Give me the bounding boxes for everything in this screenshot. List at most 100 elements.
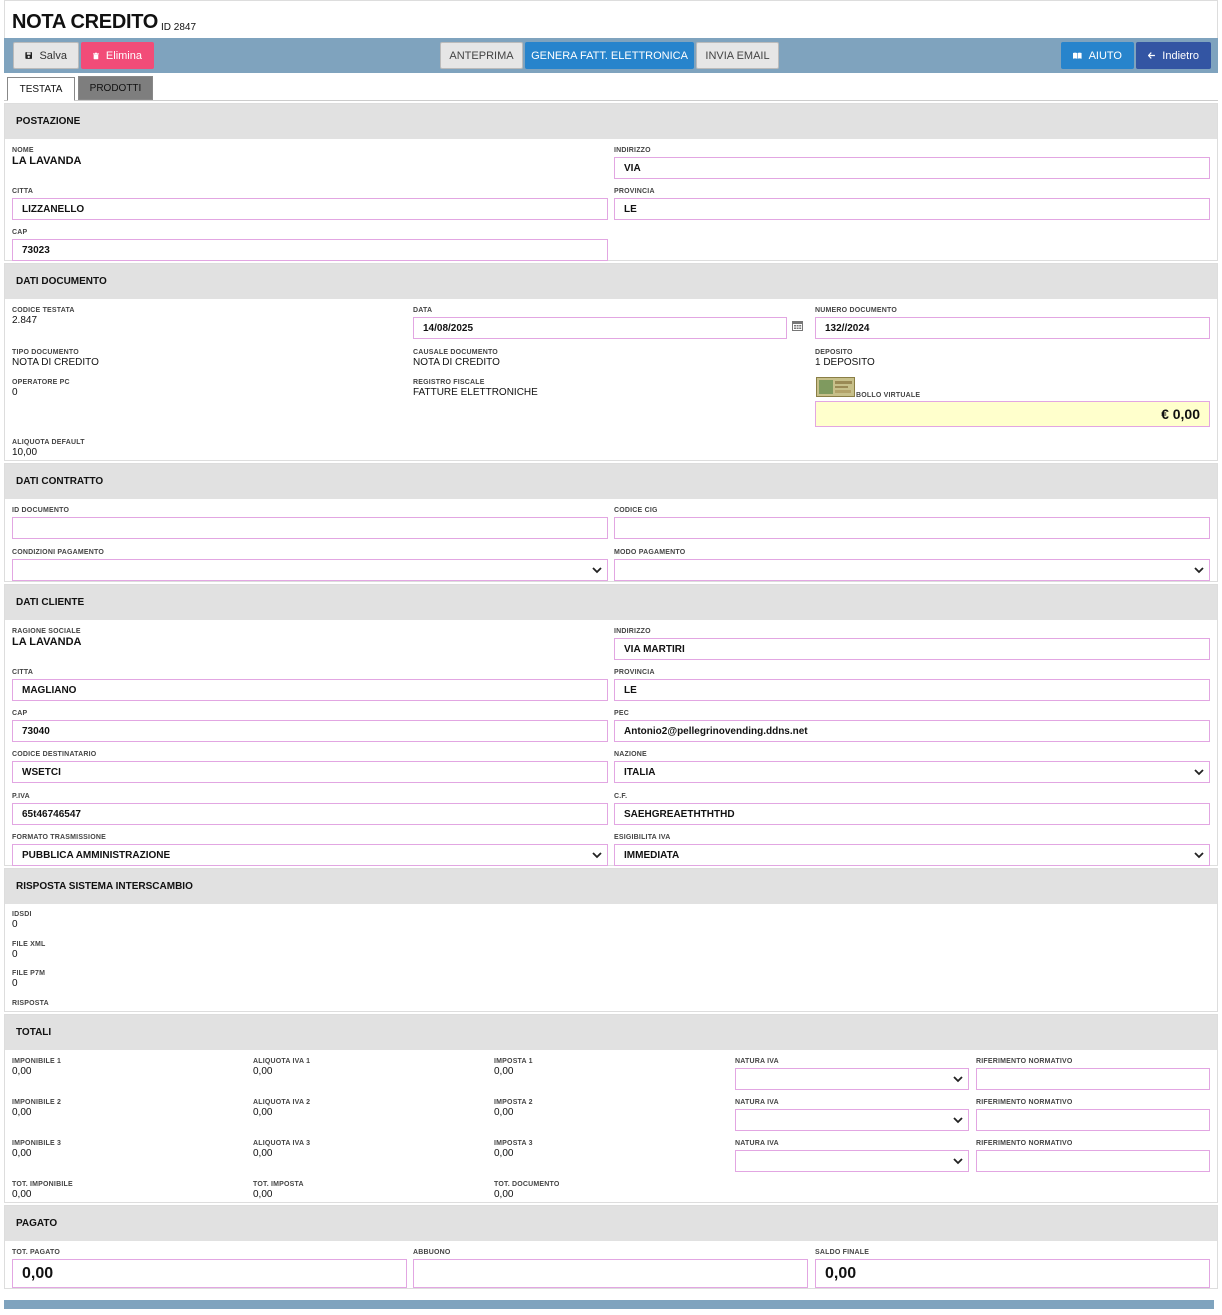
tot-pagato-input[interactable]: 0,00 <box>12 1259 407 1288</box>
field-label: PROVINCIA <box>614 669 655 676</box>
field-label: ABBUONO <box>413 1249 451 1256</box>
cliente-citta-input[interactable]: MAGLIANO <box>12 679 608 701</box>
section-title: DATI DOCUMENTO <box>5 264 1217 299</box>
page-title-bar: NOTA CREDITO ID 2847 <box>4 0 1218 38</box>
generate-einvoice-button[interactable]: GENERA FATT. ELETTRONICA <box>525 42 694 69</box>
file-p7m-value: 0 <box>12 978 18 989</box>
field-label: MODO PAGAMENTO <box>614 549 686 556</box>
imponibile-2-value: 0,00 <box>12 1107 32 1118</box>
section-title: RISPOSTA SISTEMA INTERSCAMBIO <box>5 869 1217 904</box>
field-label: P.IVA <box>12 793 30 800</box>
send-email-button[interactable]: INVIA EMAIL <box>696 42 779 69</box>
save-button[interactable]: Salva <box>13 42 79 69</box>
natura-iva-3-select[interactable] <box>735 1150 969 1172</box>
chevron-down-icon <box>953 1117 963 1124</box>
field-label: CODICE DESTINATARIO <box>12 751 97 758</box>
codice-cig-input[interactable] <box>614 517 1210 539</box>
cap-input[interactable]: 73023 <box>12 239 608 261</box>
nazione-select[interactable]: ITALIA <box>614 761 1210 783</box>
imponibile-1-value: 0,00 <box>12 1066 32 1077</box>
field-label: TOT. IMPOSTA <box>253 1181 304 1188</box>
field-label: RIFERIMENTO NORMATIVO <box>976 1099 1073 1106</box>
field-label: NOME <box>12 147 34 154</box>
field-label: ALIQUOTA IVA 1 <box>253 1058 311 1065</box>
cliente-indirizzo-input[interactable]: VIA MARTIRI <box>614 638 1210 660</box>
field-label: TOT. DOCUMENTO <box>494 1181 560 1188</box>
riferimento-normativo-1-input[interactable] <box>976 1068 1210 1090</box>
imposta-2-value: 0,00 <box>494 1107 514 1118</box>
help-button[interactable]: AIUTO <box>1061 42 1134 69</box>
aliquota-default-value: 10,00 <box>12 447 38 458</box>
field-label: RAGIONE SOCIALE <box>12 628 81 635</box>
field-label: INDIRIZZO <box>614 628 651 635</box>
field-label: IMPOSTA 1 <box>494 1058 533 1065</box>
delete-button[interactable]: Elimina <box>81 42 154 69</box>
saldo-finale-input[interactable]: 0,00 <box>815 1259 1210 1288</box>
field-label: FORMATO TRASMISSIONE <box>12 834 106 841</box>
cliente-cap-input[interactable]: 73040 <box>12 720 608 742</box>
abbuono-input[interactable] <box>413 1259 808 1288</box>
field-label: CODICE TESTATA <box>12 307 75 314</box>
provincia-input[interactable]: LE <box>614 198 1210 220</box>
date-input[interactable]: 14/08/2025 <box>413 317 787 339</box>
piva-input[interactable]: 65t46746547 <box>12 803 608 825</box>
help-label: AIUTO <box>1088 49 1122 62</box>
file-xml-value: 0 <box>12 949 18 960</box>
codice-testata-value: 2.847 <box>12 315 38 326</box>
floppy-icon <box>25 52 33 59</box>
modo-pagamento-select[interactable] <box>614 559 1210 581</box>
field-label: PROVINCIA <box>614 188 655 195</box>
field-label: INDIRIZZO <box>614 147 651 154</box>
back-button[interactable]: Indietro <box>1136 42 1211 69</box>
codice-destinatario-input[interactable]: WSETCI <box>12 761 608 783</box>
id-documento-input[interactable] <box>12 517 608 539</box>
field-label: IMPOSTA 3 <box>494 1140 533 1147</box>
preview-button[interactable]: ANTEPRIMA <box>440 42 523 69</box>
pec-input[interactable]: Antonio2@pellegrinovending.ddns.net <box>614 720 1210 742</box>
formato-trasmissione-select[interactable]: PUBBLICA AMMINISTRAZIONE <box>12 844 608 866</box>
calendar-icon[interactable] <box>792 320 803 331</box>
riferimento-normativo-2-input[interactable] <box>976 1109 1210 1131</box>
field-label: CONDIZIONI PAGAMENTO <box>12 549 105 556</box>
field-label: TOT. IMPONIBILE <box>12 1181 73 1188</box>
select-value: PUBBLICA AMMINISTRAZIONE <box>22 849 171 861</box>
field-label: RIFERIMENTO NORMATIVO <box>976 1140 1073 1147</box>
field-label: NUMERO DOCUMENTO <box>815 307 898 314</box>
riferimento-normativo-3-input[interactable] <box>976 1150 1210 1172</box>
tab-testata[interactable]: TESTATA <box>7 77 75 101</box>
field-label: OPERATORE PC <box>12 379 70 386</box>
causale-value: NOTA DI CREDITO <box>413 357 500 368</box>
esigibilita-iva-select[interactable]: IMMEDIATA <box>614 844 1210 866</box>
chevron-down-icon <box>953 1076 963 1083</box>
aliquota-3-value: 0,00 <box>253 1148 273 1159</box>
field-label: IMPONIBILE 2 <box>12 1099 62 1106</box>
chevron-down-icon <box>953 1158 963 1165</box>
tab-bar: TESTATA PRODOTTI <box>4 73 1218 101</box>
citta-input[interactable]: LIZZANELLO <box>12 198 608 220</box>
cliente-provincia-input[interactable]: LE <box>614 679 1210 701</box>
tot-imposta-value: 0,00 <box>253 1189 273 1200</box>
indirizzo-input[interactable]: VIA <box>614 157 1210 179</box>
tipo-documento-value: NOTA DI CREDITO <box>12 357 99 368</box>
field-label: RISPOSTA <box>12 1000 49 1007</box>
field-label: PEC <box>614 710 629 717</box>
section-title: TOTALI <box>5 1015 1217 1050</box>
field-label: NAZIONE <box>614 751 647 758</box>
chevron-down-icon <box>592 852 602 859</box>
numero-documento-input[interactable]: 132//2024 <box>815 317 1210 339</box>
natura-iva-1-select[interactable] <box>735 1068 969 1090</box>
select-value: IMMEDIATA <box>624 849 680 861</box>
codice-fiscale-input[interactable]: SAEHGREAETHTHTHD <box>614 803 1210 825</box>
field-label: FILE XML <box>12 941 46 948</box>
stamp-icon <box>816 377 855 397</box>
save-label: Salva <box>39 49 67 62</box>
natura-iva-2-select[interactable] <box>735 1109 969 1131</box>
condizioni-pagamento-select[interactable] <box>12 559 608 581</box>
bollo-virtuale-input[interactable]: € 0,00 <box>815 401 1210 427</box>
page-title: NOTA CREDITO <box>12 11 159 33</box>
deposito-value: 1 DEPOSITO <box>815 357 875 368</box>
section-dati-contratto: DATI CONTRATTO ID DOCUMENTO CODICE CIG C… <box>4 463 1218 582</box>
tab-prodotti[interactable]: PRODOTTI <box>78 76 153 100</box>
chevron-down-icon <box>1194 567 1204 574</box>
field-label: NATURA IVA <box>735 1099 779 1106</box>
